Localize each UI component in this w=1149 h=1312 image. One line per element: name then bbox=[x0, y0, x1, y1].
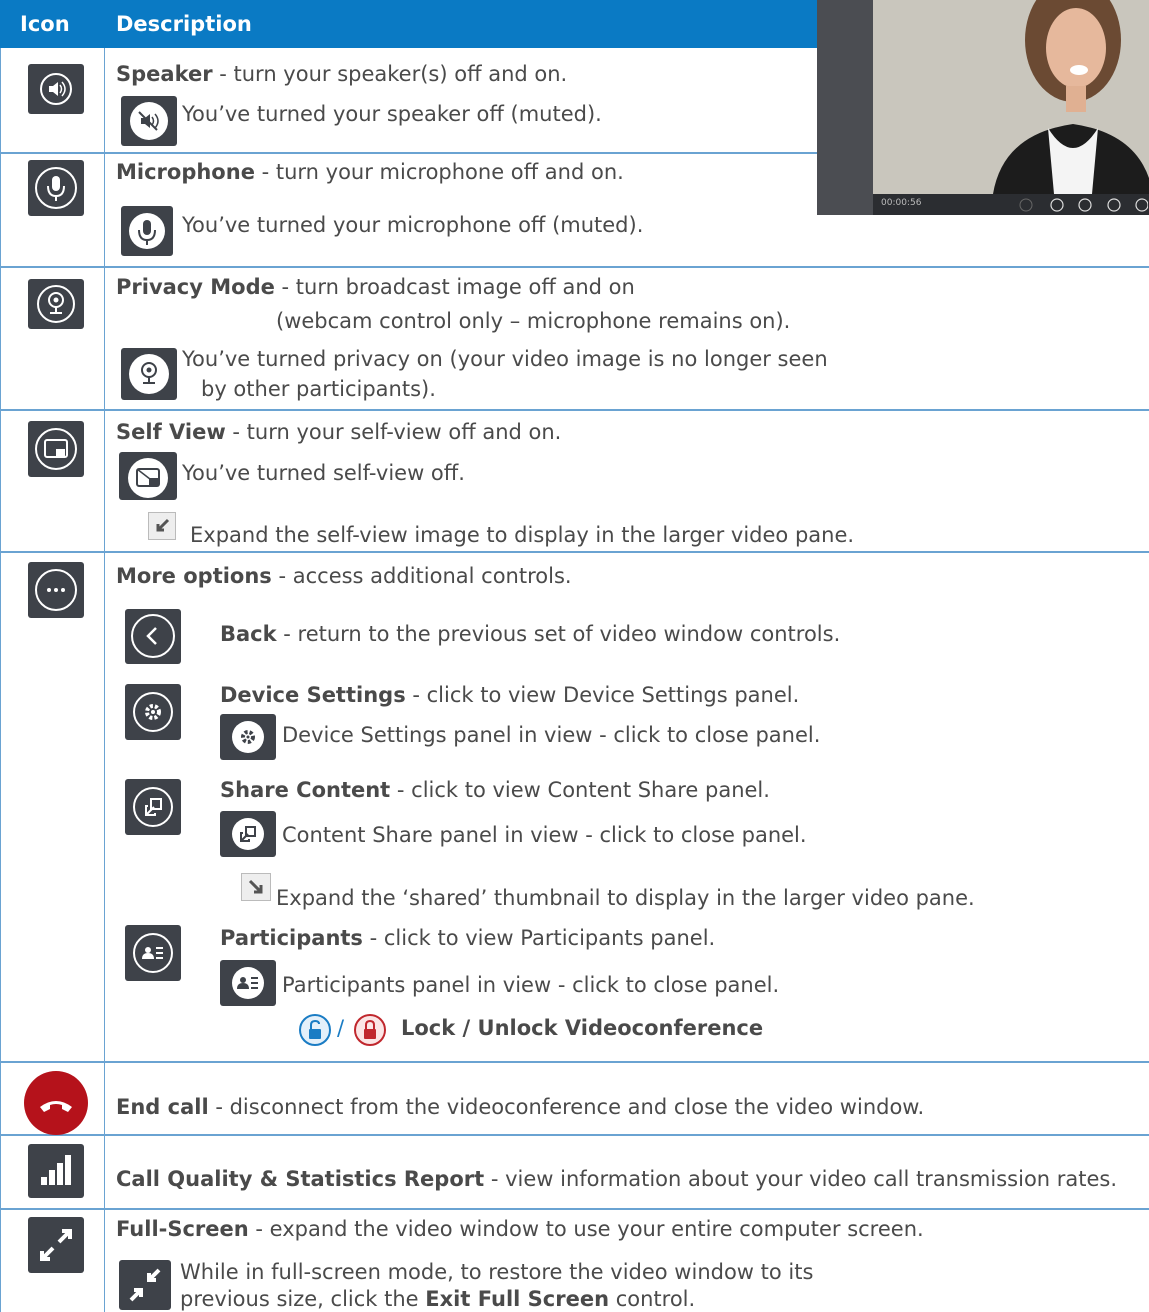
device-settings-open-text: Device Settings panel in view - click to… bbox=[282, 723, 821, 747]
self-view-title: Self View bbox=[116, 420, 226, 444]
lock-icon bbox=[352, 1012, 388, 1048]
row-divider bbox=[0, 409, 1149, 411]
share-content-title: Share Content bbox=[220, 778, 391, 802]
end-call-icon bbox=[24, 1071, 88, 1135]
share-expand-text: Expand the ‘shared’ thumbnail to display… bbox=[276, 886, 975, 910]
row-divider bbox=[0, 1208, 1149, 1210]
back-title: Back bbox=[220, 622, 277, 646]
participants-open-text: Participants panel in view - click to cl… bbox=[282, 973, 780, 997]
row-divider bbox=[0, 551, 1149, 553]
share-content-icon bbox=[125, 779, 181, 835]
privacy-title: Privacy Mode bbox=[116, 275, 275, 299]
speaker-title: Speaker bbox=[116, 62, 213, 86]
expand-shared-thumbnail-icon bbox=[241, 873, 271, 901]
full-screen-desc: - expand the video window to use your en… bbox=[248, 1217, 924, 1241]
privacy-on-icon bbox=[121, 348, 177, 400]
participants-icon bbox=[125, 925, 181, 981]
exit-full-screen-control-name: Exit Full Screen bbox=[425, 1287, 610, 1311]
self-view-desc: - turn your self-view off and on. bbox=[225, 420, 562, 444]
microphone-muted-text: You’ve turned your microphone off (muted… bbox=[182, 213, 644, 237]
call-quality-title: Call Quality & Statistics Report bbox=[116, 1167, 485, 1191]
self-view-off-icon bbox=[119, 452, 177, 500]
row-divider bbox=[0, 266, 1149, 268]
privacy-desc: - turn broadcast image off and on bbox=[274, 275, 635, 299]
privacy-on-text-2: by other participants). bbox=[201, 377, 436, 401]
more-options-desc: - access additional controls. bbox=[271, 564, 572, 588]
row-divider bbox=[0, 1061, 1149, 1063]
device-settings-icon bbox=[125, 684, 181, 740]
full-screen-icon bbox=[28, 1217, 84, 1273]
microphone-muted-icon bbox=[121, 206, 173, 256]
device-settings-title: Device Settings bbox=[220, 683, 406, 707]
back-desc: - return to the previous set of video wi… bbox=[276, 622, 841, 646]
microphone-title: Microphone bbox=[116, 160, 255, 184]
end-call-title: End call bbox=[116, 1095, 209, 1119]
column-divider bbox=[104, 48, 105, 1312]
lock-unlock-label: Lock / Unlock Videoconference bbox=[401, 1016, 764, 1040]
exit-full-screen-text-2a: previous size, click the bbox=[180, 1287, 426, 1311]
privacy-desc-note: (webcam control only – microphone remain… bbox=[276, 309, 791, 333]
icon-column-header: Icon bbox=[20, 12, 70, 36]
lock-separator: / bbox=[337, 1016, 345, 1040]
exit-full-screen-text-2c: control. bbox=[609, 1287, 696, 1311]
end-call-desc: - disconnect from the videoconference an… bbox=[208, 1095, 925, 1119]
self-view-off-text: You’ve turned self-view off. bbox=[182, 461, 465, 485]
unlock-icon bbox=[297, 1012, 333, 1048]
participants-desc: - click to view Participants panel. bbox=[362, 926, 716, 950]
call-timer: 00:00:56 bbox=[881, 198, 922, 208]
more-options-title: More options bbox=[116, 564, 272, 588]
speaker-desc: - turn your speaker(s) off and on. bbox=[212, 62, 568, 86]
speaker-icon bbox=[28, 64, 84, 114]
more-options-icon bbox=[28, 562, 84, 618]
privacy-mode-icon bbox=[28, 279, 84, 329]
microphone-icon bbox=[28, 160, 84, 216]
row-divider bbox=[0, 1134, 1149, 1136]
description-column-header: Description bbox=[116, 12, 252, 36]
expand-self-view-icon bbox=[148, 512, 176, 540]
exit-full-screen-text-1: While in full-screen mode, to restore th… bbox=[180, 1260, 814, 1284]
share-content-open-text: Content Share panel in view - click to c… bbox=[282, 823, 807, 847]
self-view-icon bbox=[28, 421, 84, 477]
microphone-desc: - turn your microphone off and on. bbox=[254, 160, 624, 184]
back-icon bbox=[125, 609, 181, 664]
self-view-expand-text: Expand the self-view image to display in… bbox=[190, 523, 855, 547]
share-content-desc: - click to view Content Share panel. bbox=[390, 778, 770, 802]
speaker-muted-icon bbox=[121, 96, 177, 146]
privacy-on-text-1: You’ve turned privacy on (your video ima… bbox=[182, 347, 828, 371]
participants-open-icon bbox=[220, 960, 276, 1006]
share-content-open-icon bbox=[220, 811, 276, 857]
video-pane bbox=[873, 0, 1149, 194]
exit-full-screen-icon bbox=[119, 1260, 171, 1310]
call-quality-desc: - view information about your video call… bbox=[484, 1167, 1118, 1191]
call-quality-icon bbox=[28, 1144, 84, 1198]
video-window-preview: 00:00:56 bbox=[817, 0, 1149, 215]
speaker-muted-text: You’ve turned your speaker off (muted). bbox=[182, 102, 602, 126]
device-settings-open-icon bbox=[220, 714, 276, 760]
full-screen-title: Full-Screen bbox=[116, 1217, 249, 1241]
table-border-left bbox=[0, 48, 1, 1312]
device-settings-desc: - click to view Device Settings panel. bbox=[405, 683, 800, 707]
participants-title: Participants bbox=[220, 926, 363, 950]
video-control-bar: 00:00:56 bbox=[873, 194, 1149, 215]
